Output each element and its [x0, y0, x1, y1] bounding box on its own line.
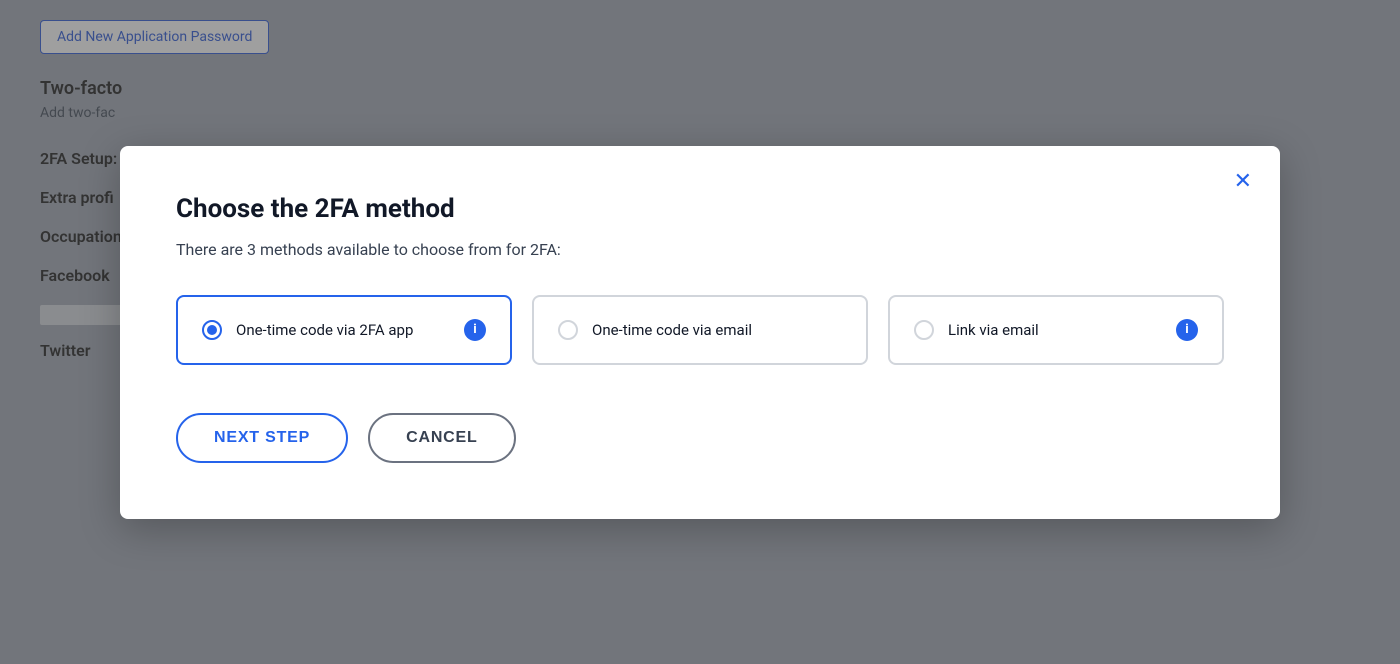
option-app[interactable]: One-time code via 2FA app i	[176, 295, 512, 365]
modal-title: Choose the 2FA method	[176, 194, 1224, 224]
modal-overlay: ✕ Choose the 2FA method There are 3 meth…	[0, 0, 1400, 664]
next-step-button[interactable]: NEXT STEP	[176, 413, 348, 463]
options-row: One-time code via 2FA app i One-time cod…	[176, 295, 1224, 365]
radio-app[interactable]	[202, 320, 222, 340]
option-email-code-label: One-time code via email	[592, 321, 842, 339]
close-icon: ✕	[1234, 168, 1252, 193]
option-email-link-label: Link via email	[948, 321, 1162, 339]
radio-email-code[interactable]	[558, 320, 578, 340]
modal-subtitle: There are 3 methods available to choose …	[176, 240, 1224, 259]
radio-email-link[interactable]	[914, 320, 934, 340]
buttons-row: NEXT STEP CANCEL	[176, 413, 1224, 463]
modal-dialog: ✕ Choose the 2FA method There are 3 meth…	[120, 146, 1280, 519]
modal-close-button[interactable]: ✕	[1230, 166, 1256, 196]
option-app-label: One-time code via 2FA app	[236, 321, 450, 339]
option-email-link[interactable]: Link via email i	[888, 295, 1224, 365]
info-badge-link[interactable]: i	[1176, 319, 1198, 341]
info-badge-app[interactable]: i	[464, 319, 486, 341]
option-email-code[interactable]: One-time code via email	[532, 295, 868, 365]
cancel-button[interactable]: CANCEL	[368, 413, 515, 463]
